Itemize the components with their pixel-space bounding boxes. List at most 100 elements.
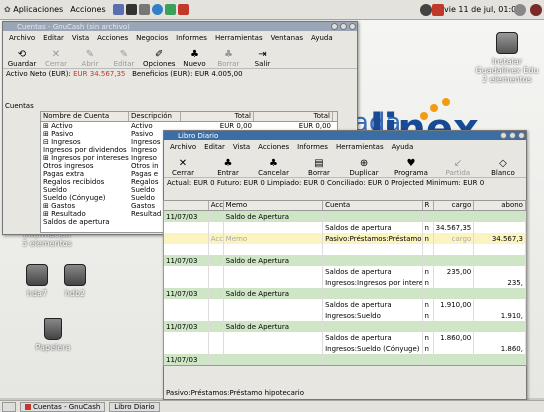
options-button[interactable]: ✐ Opciones [143,49,175,68]
menu-archivo[interactable]: Archivo [9,34,35,42]
register-row[interactable]: 11/07/03 [164,354,526,365]
register-date [164,299,209,310]
maximize-button[interactable] [340,23,347,30]
col-account[interactable]: Cuenta [323,201,423,210]
delete-button[interactable]: ♣ Borrar [213,49,243,68]
close-account-button[interactable]: ✕ Cerrar [41,49,71,68]
duplicate-button[interactable]: ⊕ Duplicar [349,158,379,177]
blank-button[interactable]: ◇ Blanco [488,158,518,177]
menu-ayuda[interactable]: Ayuda [311,34,333,42]
col-total[interactable]: Total [181,112,254,121]
menu-editar[interactable]: Editar [43,34,64,42]
register-row[interactable]: n [164,365,526,366]
register-debit[interactable]: cargo [434,233,475,244]
close-button[interactable] [349,23,356,30]
alert-icon[interactable] [432,4,444,16]
menu-acciones[interactable]: Acciones [97,34,128,42]
register-row[interactable]: Saldos de apertura n 1.910,00 [164,299,526,310]
apps-menu[interactable]: ✿ Aplicaciones [4,5,63,14]
puzzle-icon[interactable] [164,4,176,15]
col-credit[interactable]: abono [474,201,526,210]
minimize-button[interactable] [331,23,338,30]
show-desktop-button[interactable] [2,401,16,412]
register-row[interactable] [164,244,526,255]
maximize-button[interactable] [509,132,516,139]
terminal-icon[interactable] [125,4,137,15]
account-row[interactable]: ⊞ Activo Activo EUR 0,00 EUR 0,00 [41,122,337,130]
register-summary: Actual: EUR 0 Futuro: EUR 0 Limpiado: EU… [164,177,526,187]
col-description[interactable]: Descripción [129,112,181,121]
menu-informes[interactable]: Informes [176,34,207,42]
register-desc [224,266,324,277]
people-icon[interactable] [112,4,124,15]
register-row[interactable]: 11/07/03 Saldo de Apertura [164,211,526,222]
col-num[interactable]: Acción [209,201,224,210]
menu-herramientas[interactable]: Herramientas [215,34,263,42]
menu-vista[interactable]: Vista [72,34,89,42]
close-icon: ✕ [178,158,188,169]
enter-button[interactable]: ♣ Entrar [213,158,243,177]
register-row[interactable]: Ingresos:Sueldo n 1.910, [164,310,526,321]
register-row[interactable]: Ingresos:Sueldo (Cónyuge) n 1.860, [164,343,526,354]
tab-cuentas[interactable]: Cuentas [5,102,34,110]
menu-vista[interactable]: Vista [233,143,250,151]
close-register-button[interactable]: ✕ Cerrar [168,158,198,177]
books-icon[interactable] [177,4,189,15]
register-titlebar[interactable]: Libro Diario [164,131,526,140]
register-row[interactable]: 11/07/03 Saldo de Apertura [164,288,526,299]
register-row[interactable]: Ingresos:Ingresos por interesesn 235, [164,277,526,288]
task-libro-diario[interactable]: Libro Diario [109,401,160,412]
volume-icon[interactable] [514,4,526,16]
register-date[interactable] [164,233,209,244]
register-row[interactable]: 11/07/03 Saldo de Apertura [164,255,526,266]
col-account-name[interactable]: Nombre de Cuenta [41,112,129,121]
globe-icon[interactable] [151,4,163,15]
exit-button[interactable]: ⇥ Salir [247,49,277,68]
cancel-button[interactable]: ♣ Cancelar [258,158,289,177]
drive-hdb2-icon[interactable]: hdb2 [60,264,90,298]
register-credit [474,354,526,365]
new-button[interactable]: ♣ Nuevo [179,49,209,68]
open-button[interactable]: ✎ Abrir [75,49,105,68]
menu-informes[interactable]: Informes [297,143,328,151]
minimize-button[interactable] [500,132,507,139]
close-button[interactable] [518,132,525,139]
register-num[interactable]: Acción [209,233,224,244]
power-icon[interactable] [530,4,542,16]
install-icon[interactable]: Instalar Guadalinex Edu 2 elementos [470,32,544,84]
clock[interactable]: vie 11 de jul, 01:08 [444,5,521,14]
register-row[interactable]: Saldos de apertura n 235,00 [164,266,526,277]
menu-ayuda[interactable]: Ayuda [392,143,414,151]
register-r[interactable]: n [423,233,435,244]
edit-button[interactable]: ✎ Editar [109,49,139,68]
menu-ventanas[interactable]: Ventanas [271,34,303,42]
col-date[interactable] [164,201,209,210]
col-reconcile[interactable]: R [423,201,435,210]
col-total-2[interactable]: Total [254,112,333,121]
menu-archivo[interactable]: Archivo [170,143,196,151]
register-row[interactable]: Saldos de apertura n 34.567,35 [164,222,526,233]
col-memo[interactable]: Memo [224,201,324,210]
register-row[interactable]: Saldos de apertura n 1.860,00 [164,332,526,343]
save-button[interactable]: ⟲ Guardar [7,49,37,68]
delete-transaction-button[interactable]: ▤ Borrar [304,158,334,177]
menu-acciones[interactable]: Acciones [258,143,289,151]
calc-icon[interactable] [138,4,150,15]
moon-icon[interactable] [420,4,432,16]
task-cuentas[interactable]: Cuentas - GnuCash [20,401,106,412]
split-button[interactable]: ↙ Partida [443,158,473,177]
col-debit[interactable]: cargo [434,201,475,210]
menu-editar[interactable]: Editar [204,143,225,151]
register-row[interactable]: AcciónMemoPasivo:Préstamos:Préstamo hipn… [164,233,526,244]
trash-desktop-icon[interactable]: Papelera [30,318,76,352]
register-row[interactable]: 11/07/03 Saldo de Apertura [164,321,526,332]
register-acct[interactable]: Pasivo:Préstamos:Préstamo hip [323,233,423,244]
menu-herramientas[interactable]: Herramientas [336,143,384,151]
drive-hda7-icon[interactable]: hda7 [22,264,52,298]
menu-negocios[interactable]: Negocios [136,34,168,42]
actions-menu[interactable]: Acciones [70,5,105,14]
register-credit[interactable]: 34.567,3 [474,233,526,244]
schedule-button[interactable]: ♥ Programa [394,158,428,177]
register-desc[interactable]: Memo [224,233,324,244]
accounts-titlebar[interactable]: Cuentas - GnuCash (sin archivo) [3,22,357,31]
